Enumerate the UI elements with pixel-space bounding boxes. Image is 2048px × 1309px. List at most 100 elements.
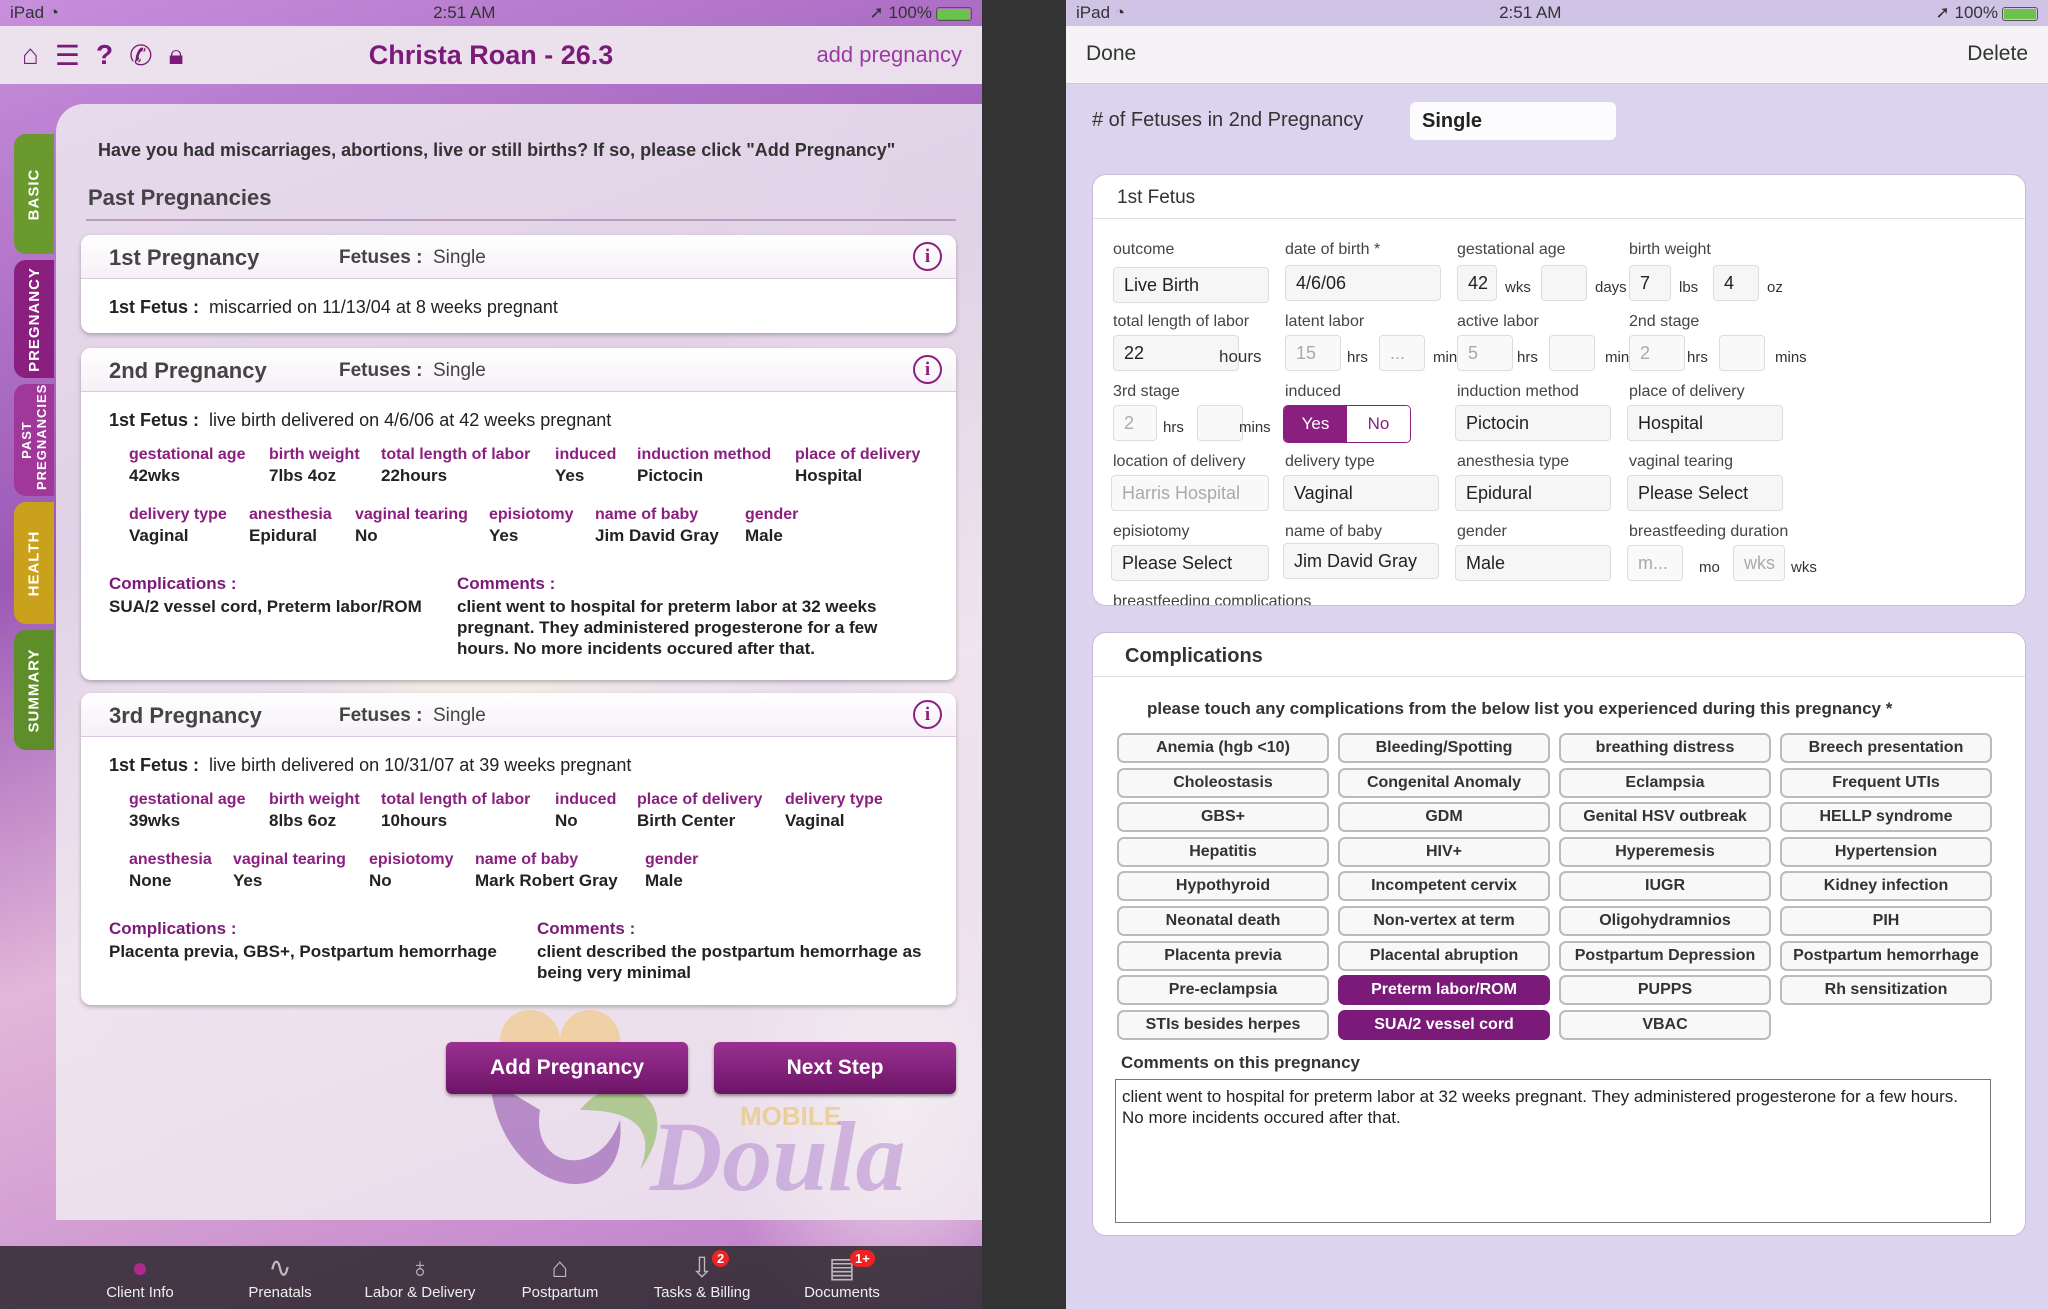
info-icon[interactable]: i [913, 700, 942, 729]
tab-prenatals[interactable]: ∿ Prenatals [210, 1246, 350, 1309]
complication-chip[interactable]: Bleeding/Spotting [1338, 733, 1550, 763]
wifi-icon: ◔ [1114, 3, 1126, 22]
done-button[interactable]: Done [1086, 42, 1136, 66]
complication-chip[interactable]: Genital HSV outbreak [1559, 802, 1771, 833]
complication-chip[interactable]: Placenta previa [1117, 940, 1329, 971]
add-pregnancy-link[interactable]: add pregnancy [816, 42, 962, 68]
birth-weight-lbs-field[interactable]: 7 [1629, 265, 1671, 301]
induced-toggle[interactable]: Yes No [1283, 405, 1411, 443]
complication-chip[interactable]: SUA/2 vessel cord [1338, 1009, 1550, 1040]
episiotomy-select[interactable]: Please Select [1111, 545, 1269, 581]
comments-textarea[interactable]: client went to hospital for preterm labo… [1115, 1079, 1991, 1223]
screen-gap [982, 0, 1066, 1309]
second-stage-hrs-field[interactable]: 2 [1629, 335, 1685, 371]
complication-chip[interactable]: Choleostasis [1117, 767, 1329, 798]
bottom-tab-bar: ● Client Info ∿ Prenatals ♁ Labor & Deliver… [0, 1246, 982, 1309]
battery-percent: 100% [1954, 3, 1998, 22]
field-label: place of delivery [637, 791, 763, 808]
active-labor-mins-field[interactable] [1549, 335, 1595, 371]
complication-chip[interactable]: Kidney infection [1780, 871, 1992, 902]
field-label: induction method [1457, 383, 1579, 400]
pregnancy-card-2[interactable]: 2nd Pregnancy Fetuses : Single i 1st Fet… [81, 348, 956, 680]
complication-chip[interactable]: HIV+ [1338, 836, 1550, 867]
complication-chip[interactable]: Hypothyroid [1117, 871, 1329, 902]
complication-chip[interactable]: Postpartum hemorrhage [1780, 940, 1992, 971]
complication-chip[interactable]: Congenital Anomaly [1338, 767, 1550, 798]
breastfeeding-months-field[interactable]: m... [1627, 545, 1683, 581]
dob-field[interactable]: 4/6/06 [1285, 265, 1441, 301]
unit-label: mo [1699, 559, 1720, 576]
field-label: total length of labor [381, 446, 531, 463]
complication-chip[interactable]: Neonatal death [1117, 906, 1329, 936]
complication-chip[interactable]: HELLP syndrome [1780, 802, 1992, 833]
complication-chip[interactable]: IUGR [1559, 871, 1771, 902]
breastfeeding-weeks-field[interactable]: wks [1733, 545, 1785, 581]
place-of-delivery-select[interactable]: Hospital [1627, 405, 1783, 441]
induced-yes-option[interactable]: Yes [1284, 406, 1347, 442]
complication-chip[interactable]: Incompetent cervix [1338, 871, 1550, 902]
tab-pregnancy[interactable]: PREGNANCY [14, 260, 54, 378]
active-labor-hrs-field[interactable]: 5 [1457, 335, 1513, 371]
second-stage-mins-field[interactable] [1719, 335, 1765, 371]
complication-chip[interactable]: Postpartum Depression [1559, 940, 1771, 971]
num-fetuses-select[interactable]: Single [1410, 102, 1616, 140]
tab-past-pregnancies[interactable]: PAST PREGNANCIES [14, 384, 54, 496]
complication-chip[interactable]: Rh sensitization [1780, 975, 1992, 1006]
complication-chip[interactable]: Hyperemesis [1559, 836, 1771, 867]
induced-no-option[interactable]: No [1347, 406, 1410, 442]
next-step-button[interactable]: Next Step [714, 1042, 956, 1094]
complication-chip[interactable]: Preterm labor/ROM [1338, 975, 1550, 1006]
latent-labor-hrs-field[interactable]: 15 [1285, 335, 1341, 371]
info-icon[interactable]: i [913, 355, 942, 384]
location-of-delivery-field[interactable]: Harris Hospital [1111, 475, 1269, 511]
tab-client-info[interactable]: ● Client Info [70, 1246, 210, 1309]
delete-button[interactable]: Delete [1967, 42, 2028, 66]
complication-chip[interactable]: Non-vertex at term [1338, 906, 1550, 936]
tab-basic[interactable]: BASIC [14, 134, 54, 254]
field-value: Yes [555, 466, 585, 485]
latent-labor-mins-field[interactable]: ... [1379, 335, 1425, 371]
complication-chip[interactable]: Hypertension [1780, 836, 1992, 867]
complication-chip[interactable]: Eclampsia [1559, 767, 1771, 798]
gender-select[interactable]: Male [1455, 545, 1611, 581]
complication-chip[interactable]: Hepatitis [1117, 836, 1329, 867]
tab-documents[interactable]: ▤ 1+ Documents [772, 1246, 912, 1309]
baby-name-field[interactable]: Jim David Gray [1283, 543, 1439, 579]
info-icon[interactable]: i [913, 242, 942, 271]
tab-tasks-billing[interactable]: ⇩ 2 Tasks & Billing [632, 1246, 772, 1309]
outcome-select[interactable]: Live Birth [1113, 267, 1269, 303]
birth-weight-oz-field[interactable]: 4 [1713, 265, 1759, 301]
tab-health[interactable]: HEALTH [14, 502, 54, 624]
complication-chip[interactable]: PIH [1780, 906, 1992, 936]
complication-chip[interactable]: Pre-eclampsia [1117, 975, 1329, 1006]
delivery-type-select[interactable]: Vaginal [1283, 475, 1439, 511]
tab-summary[interactable]: SUMMARY [14, 630, 54, 750]
anesthesia-select[interactable]: Epidural [1455, 475, 1611, 511]
complication-chip[interactable]: GBS+ [1117, 802, 1329, 833]
vaginal-tearing-select[interactable]: Please Select [1627, 475, 1783, 511]
complication-chip[interactable]: Frequent UTIs [1780, 767, 1992, 798]
gestational-weeks-field[interactable]: 42 [1457, 265, 1497, 301]
third-stage-mins-field[interactable] [1197, 405, 1243, 441]
add-pregnancy-button[interactable]: Add Pregnancy [446, 1042, 688, 1094]
tab-labor-delivery[interactable]: ♁ Labor & Delivery [350, 1246, 490, 1309]
inbox-icon: ⇩ [690, 1252, 714, 1283]
gestational-days-field[interactable] [1541, 265, 1587, 301]
complication-chip[interactable]: GDM [1338, 802, 1550, 833]
complication-chip[interactable]: Oligohydramnios [1559, 906, 1771, 936]
fetus-title: 1st Fetus [1093, 175, 2025, 219]
complication-chip[interactable]: VBAC [1559, 1009, 1771, 1040]
complication-chip[interactable]: Breech presentation [1780, 733, 1992, 763]
complication-chip[interactable]: Placental abruption [1338, 940, 1550, 971]
unit-label: hours [1219, 347, 1262, 366]
complication-chip[interactable]: STIs besides herpes [1117, 1009, 1329, 1040]
left-screen: iPad ◔ 2:51 AM ➚ 100% ⌂ ☰ ? ✆ 🔒︎ Christa… [0, 0, 982, 1309]
pregnancy-card-1[interactable]: 1st Pregnancy Fetuses : Single i 1st Fet… [81, 235, 956, 333]
complication-chip[interactable]: Anemia (hgb <10) [1117, 733, 1329, 763]
third-stage-hrs-field[interactable]: 2 [1113, 405, 1157, 441]
pregnancy-card-3[interactable]: 3rd Pregnancy Fetuses : Single i 1st Fet… [81, 693, 956, 1005]
complication-chip[interactable]: breathing distress [1559, 733, 1771, 763]
tab-postpartum[interactable]: ⌂ Postpartum [490, 1246, 630, 1309]
induction-method-select[interactable]: Pictocin [1455, 405, 1611, 441]
complication-chip[interactable]: PUPPS [1559, 975, 1771, 1006]
